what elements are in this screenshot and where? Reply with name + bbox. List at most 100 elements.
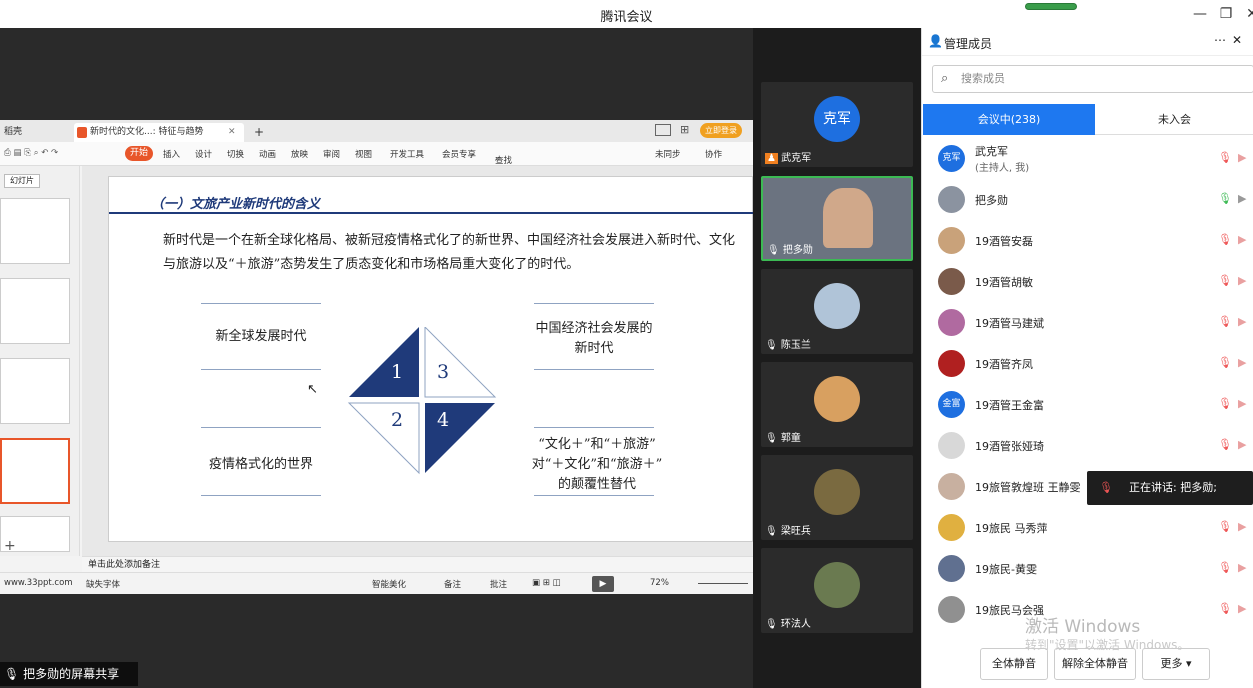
close-icon[interactable]: ✕: [1242, 4, 1253, 24]
camera-off-icon[interactable]: ▶: [1238, 151, 1253, 165]
member-row[interactable]: 19酒管安磊 🎙 ▶: [922, 220, 1253, 261]
member-row[interactable]: 19旅民 马秀萍 🎙 ▶: [922, 507, 1253, 548]
camera-off-icon[interactable]: ▶: [1238, 438, 1253, 452]
camera-off-icon[interactable]: ▶: [1238, 561, 1253, 575]
camera-icon[interactable]: ▶: [1238, 192, 1253, 206]
menu-transition[interactable]: 切换: [227, 148, 244, 160]
divider: [201, 369, 321, 370]
thumb-slide-1[interactable]: [0, 198, 70, 264]
close-icon[interactable]: ✕: [1232, 33, 1242, 47]
mic-muted-icon[interactable]: 🎙: [1218, 356, 1232, 370]
avatar: [938, 555, 965, 582]
member-row[interactable]: 19酒管齐凤 🎙 ▶: [922, 343, 1253, 384]
video-tile[interactable]: 🎙 梁旺兵: [761, 455, 913, 540]
video-tile[interactable]: 🎙 环法人: [761, 548, 913, 633]
slide-canvas: （一）文旅产业新时代的含义 新时代是一个在新全球化格局、被新冠疫情格式化了的新世…: [82, 166, 754, 556]
quadrant-4-label-c: 的颠覆性替代: [557, 477, 636, 492]
collab-button[interactable]: 协作: [705, 148, 722, 160]
menu-design[interactable]: 设计: [195, 148, 212, 160]
member-row[interactable]: 19酒管张娅琦 🎙 ▶: [922, 425, 1253, 466]
member-row[interactable]: 金富 19酒管王金富 🎙 ▶: [922, 384, 1253, 425]
member-name: 19旅民 马秀萍: [975, 522, 1048, 535]
zoom-slider[interactable]: [698, 583, 748, 584]
member-search-input[interactable]: ⌕ 搜索成员: [932, 65, 1253, 93]
divider: [201, 495, 321, 496]
mic-muted-icon[interactable]: 🎙: [1218, 602, 1232, 616]
tab-docer[interactable]: 稻壳: [4, 123, 22, 142]
menu-member[interactable]: 会员专享: [442, 148, 476, 160]
member-row[interactable]: 19酒管胡敏 🎙 ▶: [922, 261, 1253, 302]
tab-in-meeting[interactable]: 会议中(238): [923, 104, 1095, 135]
comments-toggle[interactable]: 批注: [490, 578, 507, 590]
member-name: 把多勋: [975, 194, 1008, 207]
sync-status[interactable]: 未同步: [655, 148, 681, 160]
mic-muted-icon[interactable]: 🎙: [1218, 438, 1232, 452]
minimize-icon[interactable]: —: [1190, 4, 1210, 24]
menu-dev-tools[interactable]: 开发工具: [390, 148, 424, 160]
camera-off-icon[interactable]: ▶: [1238, 274, 1253, 288]
restore-icon[interactable]: ❐: [1216, 4, 1236, 24]
video-tile[interactable]: 克军 ♟ 武克军: [761, 82, 913, 167]
member-row[interactable]: 把多勋 🎙 ▶: [922, 179, 1253, 220]
menu-view[interactable]: 视图: [355, 148, 372, 160]
screen-share-label-text: 把多勋的屏幕共享: [23, 667, 120, 681]
notes-bar[interactable]: 单击此处添加备注: [82, 556, 753, 572]
thumb-slide-2[interactable]: [0, 278, 70, 344]
mic-muted-icon[interactable]: 🎙: [1218, 315, 1232, 329]
view-buttons[interactable]: ▣ ⊞ ◫: [532, 578, 561, 588]
member-row[interactable]: 19酒管马建斌 🎙 ▶: [922, 302, 1253, 343]
missing-font[interactable]: 缺失字体: [86, 578, 120, 590]
member-name: 19旅管敦煌班 王静雯: [975, 481, 1081, 494]
thumb-slide-4-selected[interactable]: [0, 438, 70, 504]
login-badge[interactable]: 立即登录: [700, 123, 742, 138]
camera-off-icon[interactable]: ▶: [1238, 397, 1253, 411]
member-row[interactable]: 19旅民-黄雯 🎙 ▶: [922, 548, 1253, 589]
mic-muted-icon[interactable]: 🎙: [1218, 520, 1232, 534]
mic-muted-icon[interactable]: 🎙: [1218, 561, 1232, 575]
menu-animation[interactable]: 动画: [259, 148, 276, 160]
camera-off-icon[interactable]: ▶: [1238, 233, 1253, 247]
new-tab-button[interactable]: +: [254, 123, 264, 142]
tab-presentation[interactable]: 新时代的文化...: 特征与趋势 ✕: [74, 123, 244, 142]
play-icon[interactable]: ▶: [592, 576, 614, 592]
menu-slideshow[interactable]: 放映: [291, 148, 308, 160]
mic-muted-icon[interactable]: 🎙: [1218, 233, 1232, 247]
member-row[interactable]: 克军 武克军 (主持人, 我) 🎙 ▶: [922, 138, 1253, 179]
thumbs-label[interactable]: 幻灯片: [4, 174, 40, 188]
avatar: [814, 562, 860, 608]
mic-muted-icon: 🎙: [1099, 481, 1113, 494]
camera-off-icon[interactable]: ▶: [1238, 356, 1253, 370]
mic-muted-icon: 🎙: [765, 433, 778, 444]
notes-toggle[interactable]: 备注: [444, 578, 461, 590]
mic-muted-icon[interactable]: 🎙: [1218, 274, 1232, 288]
mic-muted-icon[interactable]: 🎙: [1218, 397, 1232, 411]
slide-heading: （一）文旅产业新时代的含义: [151, 197, 321, 212]
toolbar-icons[interactable]: ⎙ ▤ ⎘ ⌕ ↶ ↷: [4, 148, 58, 158]
participant-name: 🎙 陈玉兰: [765, 336, 811, 351]
smart-beautify[interactable]: 智能美化: [372, 578, 406, 590]
camera-off-icon[interactable]: ▶: [1238, 602, 1253, 616]
mic-muted-icon[interactable]: 🎙: [1218, 151, 1232, 165]
menu-review[interactable]: 审阅: [323, 148, 340, 160]
menu-insert[interactable]: 插入: [163, 148, 180, 160]
video-tile-speaking[interactable]: 🎙 把多勋: [761, 176, 913, 261]
more-icon[interactable]: ⋯: [1214, 33, 1226, 47]
quadrant-3-number: 3: [437, 361, 450, 383]
zoom-level[interactable]: 72%: [650, 578, 669, 588]
menu-start[interactable]: 开始: [125, 146, 153, 161]
tab-close-icon[interactable]: ✕: [228, 123, 236, 142]
thumb-slide-3[interactable]: [0, 358, 70, 424]
grid-icon[interactable]: ⊞: [680, 123, 689, 136]
add-slide-icon[interactable]: +: [4, 538, 16, 554]
camera-off-icon[interactable]: ▶: [1238, 520, 1253, 534]
layout-icon[interactable]: [655, 124, 671, 136]
video-tile[interactable]: 🎙 陈玉兰: [761, 269, 913, 354]
network-indicator[interactable]: [1025, 3, 1077, 10]
quadrant-2-number: 2: [391, 409, 404, 431]
quadrant-1-shape: [349, 327, 419, 397]
mic-icon[interactable]: 🎙: [1218, 192, 1232, 206]
tab-not-joined[interactable]: 未入会: [1095, 104, 1253, 135]
video-tile[interactable]: 🎙 郭童: [761, 362, 913, 447]
avatar: [938, 473, 965, 500]
camera-off-icon[interactable]: ▶: [1238, 315, 1253, 329]
